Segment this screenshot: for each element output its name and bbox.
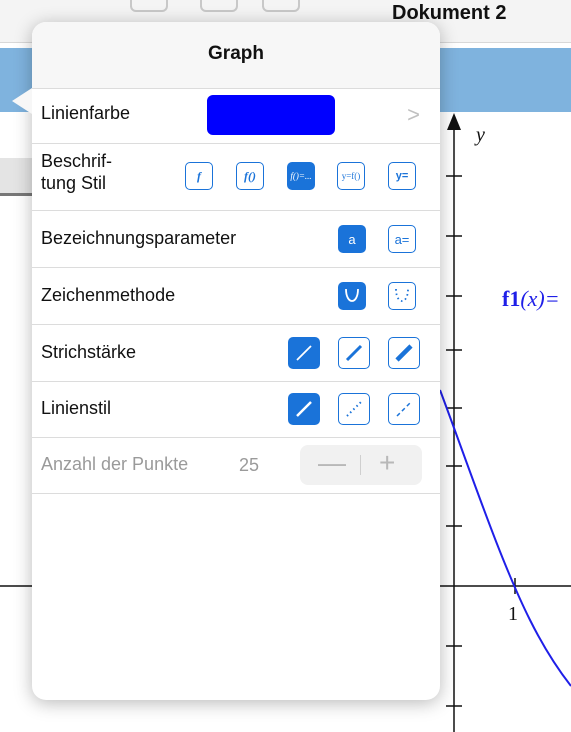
tick-label-1: 1 bbox=[508, 603, 518, 625]
param-label-row: Bezeichnungsparameter a a= bbox=[32, 211, 440, 268]
continuous-curve-icon bbox=[345, 288, 359, 302]
line-color-swatch[interactable] bbox=[207, 95, 335, 135]
thick-line-icon bbox=[395, 344, 413, 362]
draw-method-discrete-button[interactable] bbox=[388, 282, 416, 310]
label-style-f-eq-button[interactable]: f()=... bbox=[287, 162, 315, 190]
label-style-label: Beschrif-tung Stil bbox=[41, 151, 113, 193]
num-points-value: 25 bbox=[239, 455, 260, 475]
chevron-right-icon: > bbox=[407, 102, 420, 127]
param-label-a-eq-button[interactable]: a= bbox=[388, 225, 416, 253]
dotted-line-icon bbox=[346, 401, 362, 417]
line-weight-thin-button[interactable] bbox=[288, 337, 320, 369]
num-points-stepper: — + bbox=[300, 445, 422, 485]
num-points-label: Anzahl der Punkte bbox=[41, 454, 189, 474]
decrement-button[interactable]: — bbox=[318, 447, 346, 479]
draw-method-continuous-button[interactable] bbox=[338, 282, 366, 310]
line-style-label: Linienstil bbox=[41, 398, 112, 418]
increment-button[interactable]: + bbox=[379, 447, 395, 479]
draw-method-label: Zeichenmethode bbox=[41, 285, 176, 305]
label-style-y-eq-f-button[interactable]: y=f() bbox=[337, 162, 365, 190]
line-style-dashed-button[interactable] bbox=[388, 393, 420, 425]
solid-line-icon bbox=[296, 401, 312, 417]
y-axis-arrow bbox=[447, 113, 461, 130]
param-label-label: Bezeichnungsparameter bbox=[41, 228, 237, 248]
line-style-solid-button[interactable] bbox=[288, 393, 320, 425]
popover-title: Graph bbox=[32, 22, 440, 89]
line-weight-medium-button[interactable] bbox=[338, 337, 370, 369]
num-points-row: Anzahl der Punkte 25 — + bbox=[32, 438, 440, 494]
y-axis-label: y bbox=[474, 124, 485, 146]
line-color-row[interactable]: Linienfarbe > bbox=[32, 88, 440, 144]
stepper-divider bbox=[360, 455, 361, 475]
function-curve bbox=[439, 389, 571, 687]
line-style-dotted-button[interactable] bbox=[338, 393, 370, 425]
medium-line-icon bbox=[345, 344, 363, 362]
line-weight-thick-button[interactable] bbox=[388, 337, 420, 369]
dashed-line-icon bbox=[396, 401, 412, 417]
thin-line-icon bbox=[296, 345, 312, 361]
line-style-row: Linienstil bbox=[32, 382, 440, 438]
label-style-f-paren-button[interactable]: f() bbox=[236, 162, 264, 190]
label-style-row: Beschrif-tung Stil f f() f()=... y=f() y… bbox=[32, 144, 440, 211]
line-color-label: Linienfarbe bbox=[41, 103, 131, 123]
label-style-y-eq-button[interactable]: y= bbox=[388, 162, 416, 190]
draw-method-row: Zeichenmethode bbox=[32, 268, 440, 325]
dotted-curve-icon bbox=[395, 288, 409, 302]
line-weight-row: Strichstärke bbox=[32, 325, 440, 382]
param-label-a-button[interactable]: a bbox=[338, 225, 366, 253]
line-weight-label: Strichstärke bbox=[41, 342, 137, 362]
graph-settings-popover: Graph Linienfarbe > Beschrif-tung Stil f… bbox=[12, 22, 440, 700]
function-label: f1(x)= bbox=[502, 286, 560, 311]
popover-arrow bbox=[12, 88, 32, 114]
label-style-f-button[interactable]: f bbox=[185, 162, 213, 190]
